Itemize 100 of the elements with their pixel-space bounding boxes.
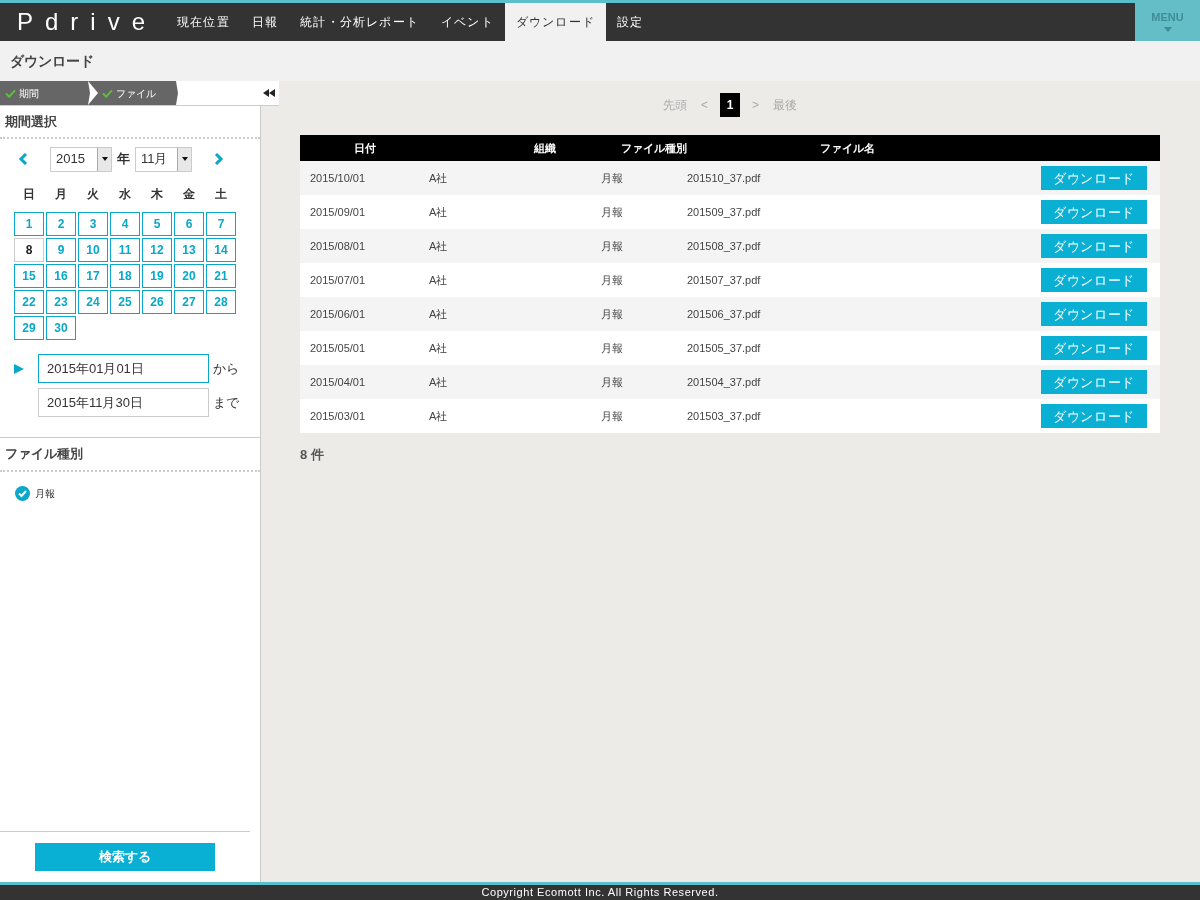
download-button[interactable]: ダウンロード: [1041, 234, 1147, 259]
download-button[interactable]: ダウンロード: [1041, 302, 1147, 327]
table-cell-text: A社: [429, 306, 449, 322]
nav-tab[interactable]: 設定: [606, 3, 655, 41]
table-cell-text: 201507_37.pdf: [687, 272, 762, 288]
table-cell-text: 201504_37.pdf: [687, 374, 762, 390]
table-cell-text: 201509_37.pdf: [687, 204, 762, 220]
calendar-day[interactable]: 25: [110, 290, 140, 314]
calendar-day[interactable]: 18: [110, 264, 140, 288]
year-label: 年: [117, 150, 130, 169]
table-cell-text: 月報: [601, 170, 624, 186]
calendar-day[interactable]: 3: [78, 212, 108, 236]
section-title: 期間選択: [5, 112, 57, 131]
chevron-left-icon[interactable]: [18, 153, 28, 165]
download-button[interactable]: ダウンロード: [1041, 336, 1147, 361]
table-cell-text: 201508_37.pdf: [687, 238, 762, 254]
calendar-day[interactable]: 29: [14, 316, 44, 340]
weekday-label: 月: [54, 186, 68, 203]
calendar-day[interactable]: 9: [46, 238, 76, 262]
weekday-label: 金: [182, 186, 196, 203]
calendar-day[interactable]: 24: [78, 290, 108, 314]
download-button[interactable]: ダウンロード: [1041, 200, 1147, 225]
next-page-link[interactable]: >: [750, 95, 761, 114]
download-button[interactable]: ダウンロード: [1041, 404, 1147, 429]
app-logo: Pdrive: [16, 7, 159, 37]
nav-tab[interactable]: 日報: [240, 3, 290, 41]
weekday-label: 木: [150, 186, 164, 203]
weekday-label: 水: [118, 186, 132, 203]
calendar-day[interactable]: 6: [174, 212, 204, 236]
calendar-day[interactable]: 13: [174, 238, 204, 262]
year-dropdown[interactable]: 2015: [50, 146, 112, 172]
nav-tab[interactable]: 統計・分析レポート: [289, 3, 431, 41]
table-cell-text: 2015/09/01: [309, 204, 367, 220]
table-cell-text: A社: [429, 238, 449, 254]
download-button[interactable]: ダウンロード: [1041, 268, 1147, 293]
column-header: 日付: [352, 140, 377, 156]
calendar-day[interactable]: 27: [174, 290, 204, 314]
calendar-day[interactable]: 5: [142, 212, 172, 236]
date-field[interactable]: 2015年01月01日: [38, 354, 209, 383]
page-number[interactable]: 1: [720, 92, 740, 117]
table-cell-text: 201510_37.pdf: [687, 170, 762, 186]
calendar-day[interactable]: 28: [206, 290, 236, 314]
calendar-day[interactable]: 10: [78, 238, 108, 262]
download-button[interactable]: ダウンロード: [1041, 166, 1147, 191]
chevron-right-icon[interactable]: [214, 153, 224, 165]
last-page-link[interactable]: 最後: [771, 95, 799, 114]
checkbox-option[interactable]: 月報: [0, 486, 260, 501]
table-cell-text: A社: [429, 204, 449, 220]
calendar-day[interactable]: 12: [142, 238, 172, 262]
calendar-day[interactable]: 14: [206, 238, 236, 262]
nav-tab[interactable]: イベント: [430, 3, 505, 41]
table-cell-text: 月報: [601, 340, 624, 356]
table-cell-text: 2015/03/01: [309, 408, 367, 424]
calendar-day[interactable]: 23: [46, 290, 76, 314]
calendar-day[interactable]: 19: [142, 264, 172, 288]
calendar-day[interactable]: 15: [14, 264, 44, 288]
table-cell-text: 2015/05/01: [309, 340, 367, 356]
column-header: ファイル名: [818, 140, 876, 156]
triangle-icon: [14, 363, 24, 374]
table-cell-text: 月報: [601, 408, 624, 424]
calendar-day[interactable]: 1: [14, 212, 44, 236]
table-cell-text: A社: [429, 272, 449, 288]
calendar-day[interactable]: 21: [206, 264, 236, 288]
table-cell-text: 201506_37.pdf: [687, 306, 762, 322]
calendar-day[interactable]: 16: [46, 264, 76, 288]
table-cell-text: 201505_37.pdf: [687, 340, 762, 356]
column-header: ファイル種別: [620, 140, 687, 156]
page-title: ダウンロード: [10, 51, 94, 71]
calendar-day[interactable]: 26: [142, 290, 172, 314]
range-label: まで: [213, 393, 239, 412]
copyright-text: Copyright Ecomott Inc. All Rights Reserved.: [481, 885, 719, 900]
table-cell-text: 月報: [601, 272, 624, 288]
step-tab[interactable]: 期間: [0, 81, 90, 105]
calendar-day[interactable]: 22: [14, 290, 44, 314]
table-cell-text: A社: [429, 374, 449, 390]
table-cell-text: 2015/08/01: [309, 238, 367, 254]
search-button[interactable]: 検索する: [35, 843, 215, 871]
calendar-day[interactable]: 4: [110, 212, 140, 236]
step-tab[interactable]: ファイル: [88, 81, 178, 105]
calendar-day[interactable]: 30: [46, 316, 76, 340]
calendar-day[interactable]: 2: [46, 212, 76, 236]
nav-tab[interactable]: 現在位置: [166, 3, 241, 41]
date-field[interactable]: 2015年11月30日: [38, 388, 209, 417]
calendar-day[interactable]: 11: [110, 238, 140, 262]
download-button[interactable]: ダウンロード: [1041, 370, 1147, 395]
table-cell-text: 2015/07/01: [309, 272, 367, 288]
dropdown-arrow-icon: [101, 157, 108, 161]
table-cell-text: 月報: [601, 238, 624, 254]
table-cell-text: 月報: [601, 306, 624, 322]
first-page-link[interactable]: 先頭: [661, 95, 689, 114]
calendar-day[interactable]: 8: [14, 238, 44, 262]
previous-page-link[interactable]: <: [699, 95, 710, 114]
calendar-day[interactable]: 20: [174, 264, 204, 288]
month-dropdown[interactable]: 11月: [135, 146, 192, 172]
calendar-day[interactable]: 7: [206, 212, 236, 236]
table-cell-text: 月報: [601, 374, 624, 390]
calendar-day[interactable]: 17: [78, 264, 108, 288]
nav-tab[interactable]: ダウンロード: [504, 3, 607, 41]
table-cell-text: 2015/06/01: [309, 306, 367, 322]
table-cell-text: A社: [429, 170, 449, 186]
